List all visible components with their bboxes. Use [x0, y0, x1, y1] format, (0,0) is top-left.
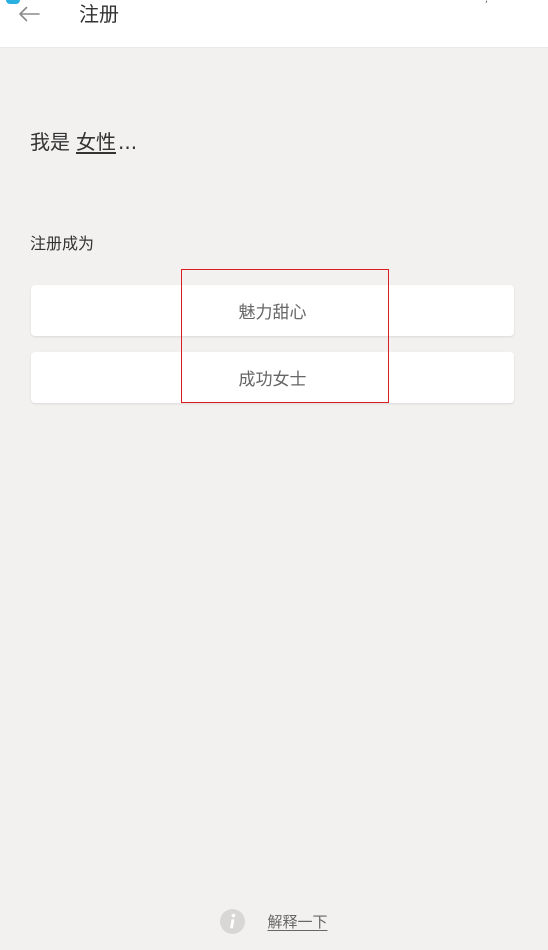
page-title: 注册: [79, 2, 119, 26]
option-label: 魅力甜心: [238, 303, 307, 323]
footer: 解释一下: [0, 905, 548, 937]
top-app-bar: 注册 ,: [0, 0, 548, 48]
option-label: 成功女士: [238, 370, 307, 390]
arrow-left-icon[interactable]: [14, 0, 44, 28]
option-successful-lady-button[interactable]: 成功女士: [31, 352, 514, 403]
register-as-label: 注册成为: [30, 234, 95, 253]
status-mark: ,: [485, 0, 488, 5]
gender-selector[interactable]: 女性: [76, 130, 116, 154]
info-glyph: [220, 908, 246, 934]
gender-ellipsis: ...: [118, 130, 138, 154]
gender-prefix: 我是: [30, 130, 70, 154]
info-icon: [220, 908, 246, 934]
arrow-left-glyph: [19, 6, 40, 22]
explain-link[interactable]: 解释一下: [267, 911, 327, 932]
gender-statement: 我是 女性...: [30, 126, 137, 158]
register-screen: 注册 , 我是女性... 注册成为 魅力甜心 成功女士 解释一下: [0, 0, 548, 950]
option-charm-sweetheart-button[interactable]: 魅力甜心: [31, 285, 514, 336]
